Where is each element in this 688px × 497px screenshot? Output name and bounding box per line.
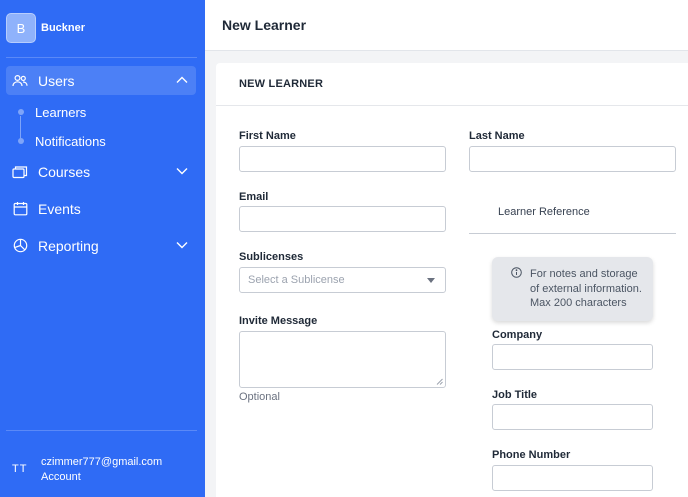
card-divider (216, 105, 688, 106)
sidebar: B Buckner Users Learners Notifications C… (0, 0, 205, 497)
calendar-icon (12, 201, 28, 217)
last-name-input[interactable] (469, 146, 676, 172)
invite-message-help: Optional (239, 391, 280, 403)
sidebar-item-courses[interactable]: Courses (6, 157, 196, 186)
sublicenses-select[interactable]: Select a Sublicense (239, 267, 446, 293)
email-label: Email (239, 191, 269, 203)
job-title-input[interactable] (492, 404, 653, 430)
chevron-down-icon (176, 168, 188, 175)
first-name-input[interactable] (239, 146, 446, 172)
company-input[interactable] (492, 344, 653, 370)
tooltip-text: For notes and storage of external inform… (530, 268, 642, 309)
sidebar-item-label: Events (38, 200, 81, 217)
last-name-label: Last Name (469, 130, 525, 142)
card-title: NEW LEARNER (239, 78, 324, 90)
job-title-label: Job Title (492, 389, 538, 401)
sub-nav-line (20, 116, 21, 140)
phone-number-label: Phone Number (492, 449, 571, 461)
chevron-down-icon (176, 242, 188, 249)
account-email: czimmer777@gmail.com (41, 456, 163, 468)
resize-handle-icon[interactable] (436, 378, 443, 385)
sub-nav-dot (18, 138, 24, 144)
sidebar-item-events[interactable]: Events (6, 194, 196, 223)
chevron-up-icon (176, 76, 188, 83)
invite-message-textarea[interactable] (239, 331, 446, 388)
invite-message-label: Invite Message (239, 315, 318, 327)
brand-name: Buckner (41, 22, 86, 34)
first-name-label: First Name (239, 130, 296, 142)
info-icon (511, 267, 522, 278)
sub-nav-dot (18, 109, 24, 115)
learner-reference-tooltip: For notes and storage of external inform… (492, 257, 653, 321)
sidebar-item-label: Reporting (38, 237, 99, 254)
sidebar-item-reporting[interactable]: Reporting (6, 231, 196, 260)
account-avatar: TT (12, 463, 28, 475)
caret-down-icon (427, 278, 435, 283)
sidebar-item-label: Users (38, 72, 75, 89)
sidebar-item-label: Courses (38, 163, 91, 180)
new-learner-card: NEW LEARNER First Name Last Name Email L… (216, 63, 688, 497)
sidebar-item-users[interactable]: Users (6, 66, 196, 95)
sublicenses-label: Sublicenses (239, 251, 304, 263)
brand[interactable]: B Buckner (6, 13, 85, 43)
learner-reference-underline (469, 233, 676, 234)
users-icon (12, 73, 28, 89)
sidebar-divider (6, 57, 197, 58)
email-input[interactable] (239, 206, 446, 232)
pie-chart-icon (12, 238, 28, 254)
sidebar-subitem-notifications[interactable]: Notifications (35, 134, 106, 149)
phone-number-input[interactable] (492, 465, 653, 491)
account-menu[interactable]: TT czimmer777@gmail.com Account (0, 452, 205, 492)
courses-icon (12, 164, 28, 180)
account-label: Account (41, 471, 81, 483)
company-label: Company (492, 329, 543, 341)
learner-reference-field[interactable]: Learner Reference (498, 206, 590, 218)
sublicenses-placeholder: Select a Sublicense (248, 274, 345, 286)
page-header: New Learner (205, 0, 688, 51)
sidebar-divider (6, 430, 197, 431)
brand-avatar: B (6, 13, 36, 43)
page-title: New Learner (222, 17, 307, 33)
sidebar-subitem-learners[interactable]: Learners (35, 105, 86, 120)
